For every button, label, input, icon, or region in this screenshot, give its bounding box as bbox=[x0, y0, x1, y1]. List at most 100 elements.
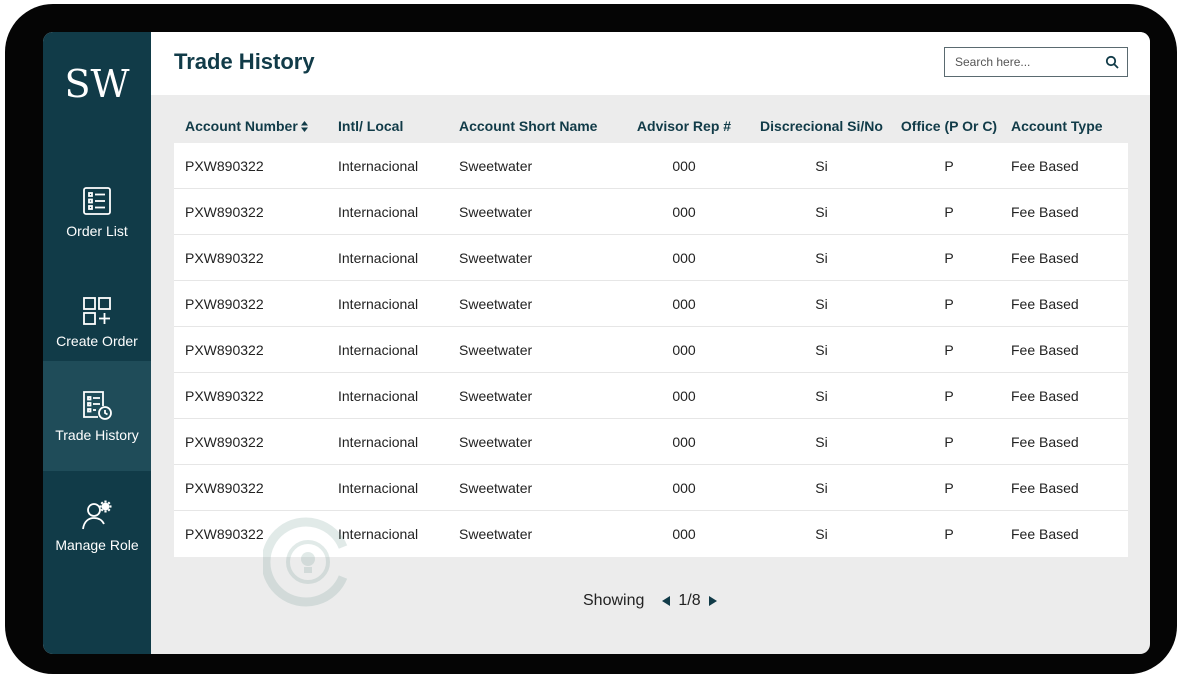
cell-account-short-name: Sweetwater bbox=[459, 526, 533, 542]
cell-account-short-name: Sweetwater bbox=[459, 387, 533, 404]
cell-intl-local: Internacional bbox=[338, 526, 419, 542]
table-row[interactable]: PXW890322 Internacional Sweetwater 000 Si P Fe… bbox=[174, 327, 1128, 373]
cell-account-number: PXW890322 bbox=[185, 157, 264, 174]
table-row[interactable]: PXW890322 Internacional Sweetwater 000 Si P Fe… bbox=[174, 419, 1128, 465]
sidebar-item-label: Manage Role bbox=[55, 537, 139, 553]
col-header-account-type: Account Type bbox=[1011, 117, 1103, 134]
cell-advisor-rep: 000 bbox=[672, 479, 696, 496]
app-screen: SW Order List Create Order Trade History… bbox=[43, 32, 1150, 654]
col-header-office: Office (P Or C) bbox=[900, 117, 998, 134]
table-body: PXW890322 Internacional Sweetwater 000 Si P Fe… bbox=[174, 143, 1128, 557]
cell-office: P bbox=[944, 433, 954, 450]
table-row[interactable]: PXW890322 Internacional Sweetwater 000 Si P Fe… bbox=[174, 281, 1128, 327]
cell-discrecional: Si bbox=[815, 526, 828, 542]
table-header: Account Number Intl/ Local Account Short… bbox=[174, 108, 1128, 143]
cell-account-type: Fee Based bbox=[1011, 295, 1079, 312]
prev-page-icon[interactable] bbox=[660, 595, 672, 607]
cell-account-type: Fee Based bbox=[1011, 433, 1079, 450]
table-row[interactable]: PXW890322 Internacional Sweetwater 000 Si P Fe… bbox=[174, 189, 1128, 235]
cell-advisor-rep: 000 bbox=[672, 341, 696, 358]
search-box bbox=[944, 47, 1128, 77]
cell-intl-local: Internacional bbox=[338, 341, 419, 358]
pagination: Showing 1/8 bbox=[583, 592, 719, 610]
cell-intl-local: Internacional bbox=[338, 479, 419, 496]
cell-account-number: PXW890322 bbox=[185, 387, 264, 404]
cell-advisor-rep: 000 bbox=[672, 433, 696, 450]
cell-discrecional: Si bbox=[815, 295, 828, 312]
sidebar-item-label: Trade History bbox=[55, 427, 139, 443]
cell-account-number: PXW890322 bbox=[185, 249, 264, 266]
cell-account-number: PXW890322 bbox=[185, 341, 264, 358]
col-header-discrecional: Discrecional Si/No bbox=[760, 117, 883, 134]
sidebar-item-manage-role[interactable]: Manage Role bbox=[43, 471, 151, 581]
cell-advisor-rep: 000 bbox=[672, 203, 696, 220]
col-header-account-short-name: Account Short Name bbox=[459, 117, 598, 134]
cell-office: P bbox=[944, 387, 954, 404]
cell-account-type: Fee Based bbox=[1011, 526, 1079, 542]
sidebar-item-label: Create Order bbox=[56, 333, 138, 349]
device-frame: SW Order List Create Order Trade History… bbox=[5, 4, 1177, 674]
cell-intl-local: Internacional bbox=[338, 249, 419, 266]
pagination-label: Showing bbox=[583, 592, 645, 609]
next-page-icon[interactable] bbox=[707, 595, 719, 607]
cell-office: P bbox=[944, 526, 954, 542]
trade-history-table: Account Number Intl/ Local Account Short… bbox=[174, 108, 1128, 557]
sidebar-item-trade-history[interactable]: Trade History bbox=[43, 361, 151, 471]
cell-discrecional: Si bbox=[815, 203, 828, 220]
cell-advisor-rep: 000 bbox=[672, 387, 696, 404]
cell-intl-local: Internacional bbox=[338, 387, 419, 404]
cell-discrecional: Si bbox=[815, 249, 828, 266]
cell-advisor-rep: 000 bbox=[672, 157, 696, 174]
cell-office: P bbox=[944, 479, 954, 496]
watermark-logo bbox=[263, 517, 348, 607]
cell-account-type: Fee Based bbox=[1011, 387, 1079, 404]
manage-role-icon bbox=[82, 500, 112, 530]
logo: SW bbox=[64, 62, 130, 106]
search-icon[interactable] bbox=[1105, 55, 1119, 69]
sidebar: SW Order List Create Order Trade History… bbox=[43, 32, 151, 654]
cell-advisor-rep: 000 bbox=[672, 295, 696, 312]
cell-account-short-name: Sweetwater bbox=[459, 249, 533, 266]
create-order-icon bbox=[83, 297, 111, 325]
cell-account-short-name: Sweetwater bbox=[459, 203, 533, 220]
cell-account-number: PXW890322 bbox=[185, 479, 264, 496]
cell-account-number: PXW890322 bbox=[185, 203, 264, 220]
cell-account-type: Fee Based bbox=[1011, 341, 1079, 358]
table-row[interactable]: PXW890322 Internacional Sweetwater 000 Si P Fe… bbox=[174, 235, 1128, 281]
cell-intl-local: Internacional bbox=[338, 157, 419, 174]
trade-history-icon bbox=[83, 391, 112, 420]
cell-intl-local: Internacional bbox=[338, 433, 419, 450]
cell-office: P bbox=[944, 341, 954, 358]
cell-account-number: PXW890322 bbox=[185, 433, 264, 450]
cell-office: P bbox=[944, 203, 954, 220]
cell-advisor-rep: 000 bbox=[672, 526, 696, 542]
col-header-advisor-rep: Advisor Rep # bbox=[636, 117, 732, 134]
cell-office: P bbox=[944, 157, 954, 174]
page-title: Trade History bbox=[174, 49, 315, 74]
sidebar-item-label: Order List bbox=[66, 223, 128, 239]
cell-account-type: Fee Based bbox=[1011, 479, 1079, 496]
top-bar: Trade History bbox=[151, 32, 1150, 95]
cell-account-short-name: Sweetwater bbox=[459, 479, 533, 496]
cell-advisor-rep: 000 bbox=[672, 249, 696, 266]
cell-account-type: Fee Based bbox=[1011, 157, 1079, 174]
cell-discrecional: Si bbox=[815, 341, 828, 358]
cell-account-type: Fee Based bbox=[1011, 203, 1079, 220]
table-row[interactable]: PXW890322 Internacional Sweetwater 000 Si P Fe… bbox=[174, 465, 1128, 511]
cell-account-short-name: Sweetwater bbox=[459, 341, 533, 358]
cell-account-short-name: Sweetwater bbox=[459, 157, 533, 174]
sort-icon[interactable] bbox=[300, 121, 308, 133]
cell-intl-local: Internacional bbox=[338, 295, 419, 312]
cell-discrecional: Si bbox=[815, 387, 828, 404]
col-header-intl-local: Intl/ Local bbox=[338, 117, 404, 134]
cell-discrecional: Si bbox=[815, 479, 828, 496]
col-header-account-number[interactable]: Account Number bbox=[174, 118, 338, 134]
cell-account-short-name: Sweetwater bbox=[459, 295, 533, 312]
sidebar-item-order-list[interactable]: Order List bbox=[43, 157, 151, 267]
table-row[interactable]: PXW890322 Internacional Sweetwater 000 Si P Fe… bbox=[174, 143, 1128, 189]
cell-account-number: PXW890322 bbox=[185, 295, 264, 312]
cell-intl-local: Internacional bbox=[338, 203, 419, 220]
table-row[interactable]: PXW890322 Internacional Sweetwater 000 Si P Fe… bbox=[174, 373, 1128, 419]
page-indicator: 1/8 bbox=[678, 592, 701, 609]
search-input[interactable] bbox=[953, 54, 1097, 70]
